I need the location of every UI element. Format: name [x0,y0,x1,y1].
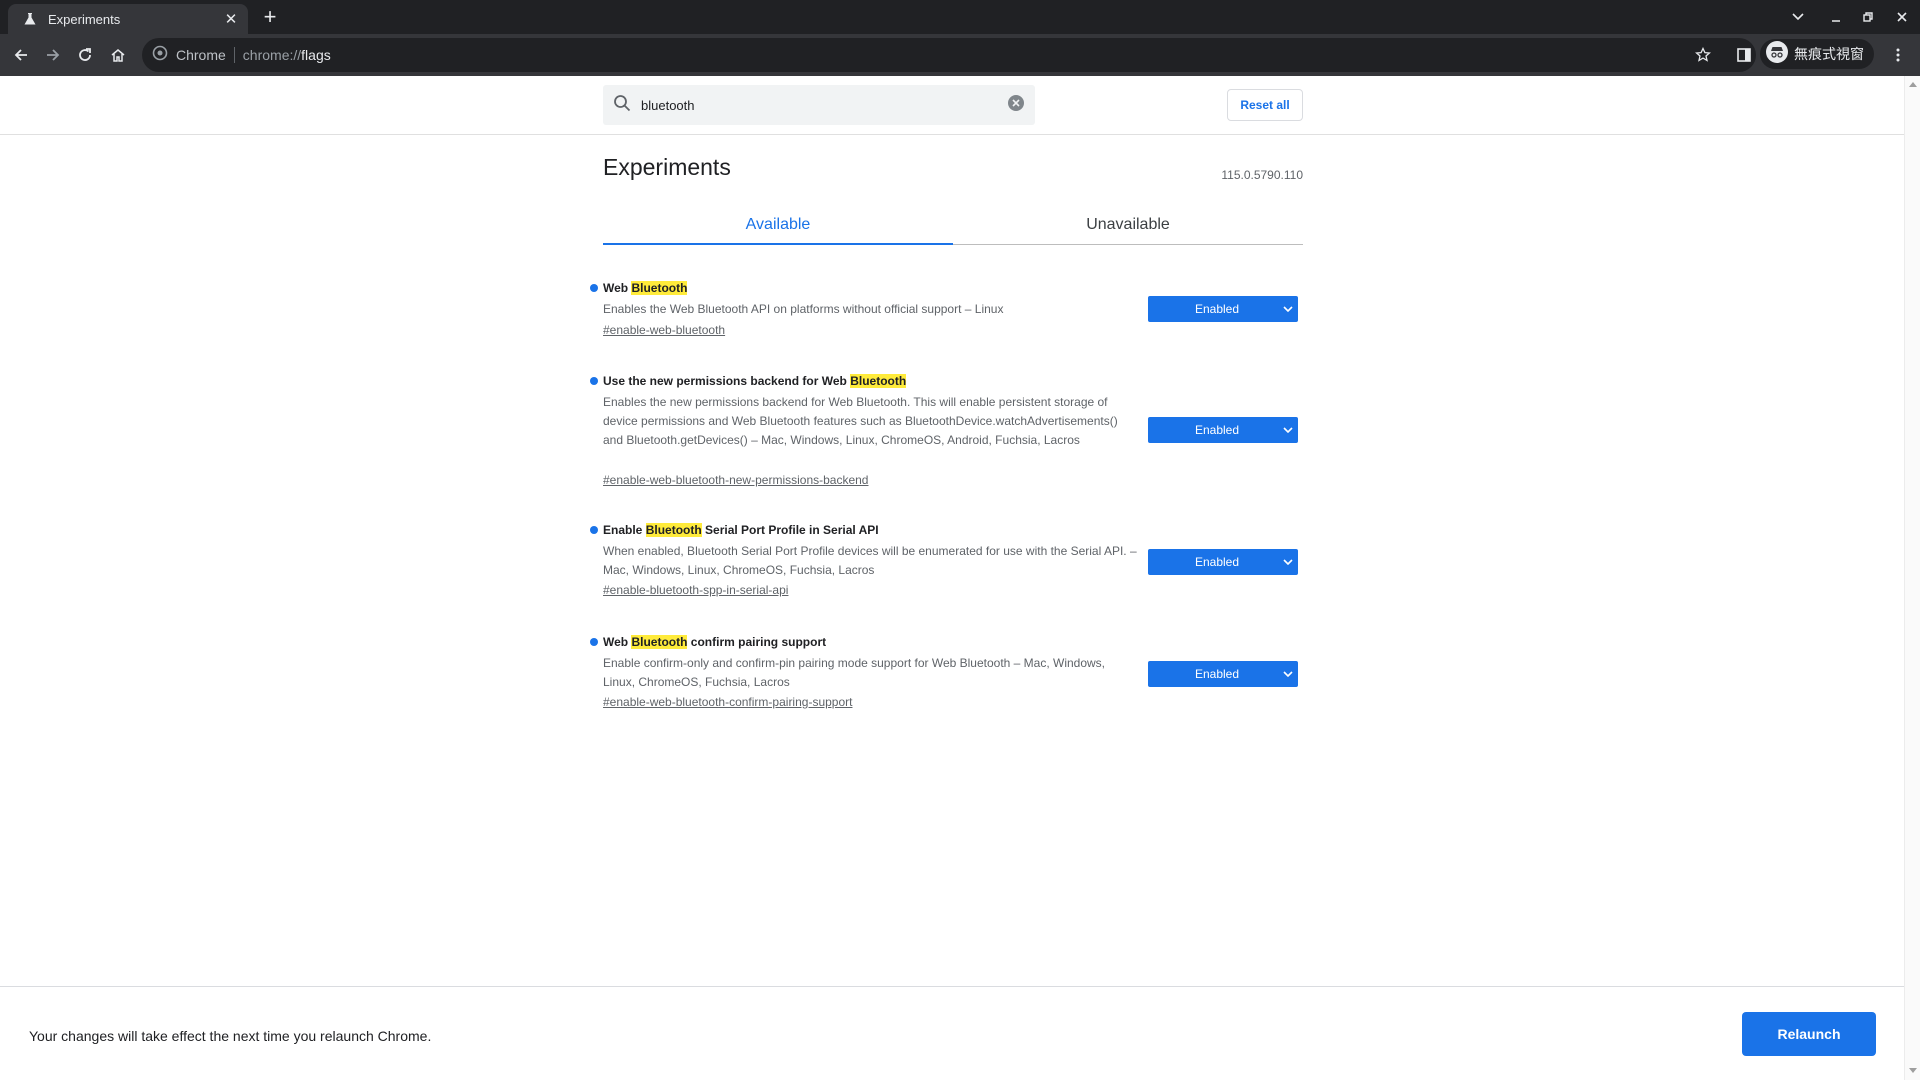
enabled-indicator-dot [590,284,598,292]
experiment-title: Web Bluetooth confirm pairing support [603,635,827,649]
back-icon[interactable] [9,43,33,67]
chevron-down-icon [1278,559,1298,565]
experiment-description: Enables the new permissions backend for … [603,395,1118,447]
scroll-down-arrow-icon[interactable] [1909,1068,1917,1073]
enabled-indicator-dot [590,638,598,646]
version-label: 115.0.5790.110 [1221,168,1303,182]
experiment-item: Enable Bluetooth Serial Port Profile in … [590,523,1303,603]
reset-all-button[interactable]: Reset all [1227,89,1303,121]
tab-strip: Experiments ✕ + [0,0,1920,34]
experiment-permalink[interactable]: #enable-web-bluetooth [603,323,725,337]
experiment-permalink[interactable]: #enable-web-bluetooth-confirm-pairing-su… [603,695,852,709]
chrome-logo-icon [152,45,168,66]
minimize-icon[interactable] [1824,6,1848,28]
omnibox-separator [233,47,235,63]
experiment-state-select[interactable]: Enabled [1148,549,1298,575]
experiment-title: Use the new permissions backend for Web … [603,374,907,388]
address-bar[interactable]: Chrome chrome:// flags [142,38,1756,72]
enabled-indicator-dot [590,526,598,534]
experiment-item: Use the new permissions backend for Web … [590,374,1303,487]
omnibox-url-scheme: chrome:// [242,47,302,63]
search-box[interactable] [603,85,1035,125]
search-icon [613,94,631,117]
experiment-state-select[interactable]: Enabled [1148,417,1298,443]
clear-search-icon[interactable] [1007,94,1025,117]
incognito-label: 無痕式視窗 [1794,47,1864,63]
enabled-indicator-dot [590,377,598,385]
experiment-item: Web Bluetooth confirm pairing support En… [590,635,1303,715]
experiment-state-select[interactable]: Enabled [1148,661,1298,687]
restore-icon[interactable] [1856,6,1880,28]
menu-kebab-icon[interactable] [1886,43,1910,67]
browser-tab[interactable]: Experiments ✕ [8,4,248,34]
search-input[interactable] [639,96,1007,114]
incognito-icon [1766,40,1788,68]
tab-search-icon[interactable] [1786,6,1810,28]
tab-available[interactable]: Available [603,206,953,245]
relaunch-button[interactable]: Relaunch [1742,1012,1876,1056]
experiment-permalink[interactable]: #enable-web-bluetooth-new-permissions-ba… [603,473,868,487]
experiment-description: Enable confirm-only and confirm-pin pair… [603,656,1106,689]
incognito-profile-chip[interactable]: 無痕式視窗 [1760,39,1874,69]
bookmark-star-icon[interactable] [1691,43,1715,67]
page-scrollbar[interactable] [1904,76,1920,1080]
experiment-description: Enables the Web Bluetooth API on platfor… [603,302,1004,316]
tab-bar: Available Unavailable [603,206,1303,245]
chevron-down-icon [1278,427,1298,433]
chevron-down-icon [1278,306,1298,312]
chevron-down-icon [1278,671,1298,677]
new-tab-button[interactable]: + [258,6,282,30]
close-window-icon[interactable] [1890,6,1914,28]
experiment-description: When enabled, Bluetooth Serial Port Prof… [603,544,1137,577]
flags-page: Reset all Experiments 115.0.5790.110 Ava… [0,76,1904,1081]
experiment-title: Web Bluetooth [603,281,688,295]
relaunch-bar: Your changes will take effect the next t… [0,986,1904,1081]
omnibox-site-chip: Chrome [176,47,226,63]
page-title: Experiments [603,154,731,180]
experiment-permalink[interactable]: #enable-bluetooth-spp-in-serial-api [603,583,788,597]
home-icon[interactable] [106,43,130,67]
experiment-state-select[interactable]: Enabled [1148,296,1298,322]
scroll-up-arrow-icon[interactable] [1909,82,1917,87]
tab-unavailable[interactable]: Unavailable [953,206,1303,244]
reload-icon[interactable] [73,43,97,67]
forward-icon[interactable] [41,43,65,67]
omnibox-url-path: flags [301,47,331,63]
search-header: Reset all [0,76,1904,135]
side-panel-icon[interactable] [1732,43,1756,67]
tab-title: Experiments [48,11,121,27]
tab-close-icon[interactable]: ✕ [222,10,240,28]
relaunch-message: Your changes will take effect the next t… [29,1028,432,1044]
experiment-item: Web Bluetooth Enables the Web Bluetooth … [590,281,1303,341]
flask-icon [22,11,38,27]
experiment-title: Enable Bluetooth Serial Port Profile in … [603,523,879,537]
browser-toolbar: Chrome chrome:// flags 無痕式視窗 [0,34,1920,76]
